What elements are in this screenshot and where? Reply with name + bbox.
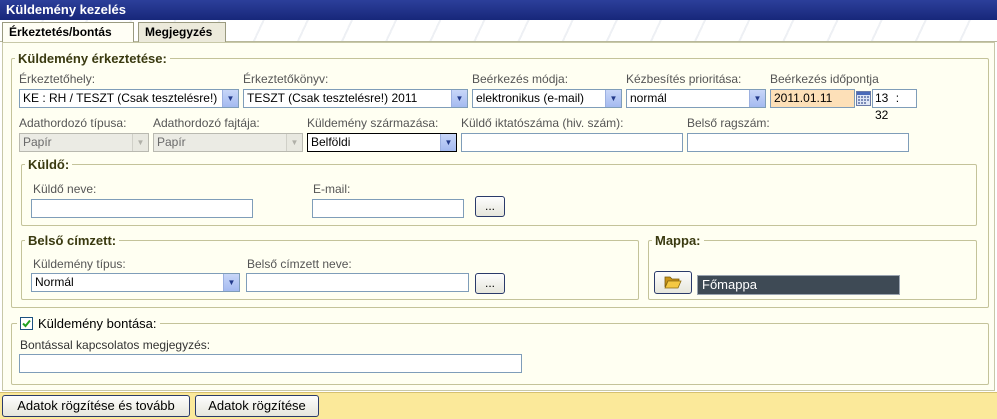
chevron-down-icon: ▼	[222, 90, 238, 107]
folder-legend: Mappa:	[652, 233, 704, 248]
recipient-lookup-button[interactable]: ...	[475, 273, 505, 294]
book-select[interactable]: TESZT (Csak tesztelésre!) 2011 ▼	[243, 89, 468, 108]
folder-field: Főmappa	[697, 275, 900, 295]
internal-no-input[interactable]	[687, 133, 909, 152]
minute-value: 32	[875, 108, 889, 122]
chevron-down-icon: ▼	[605, 90, 621, 107]
time-label: Beérkezés időpontja	[770, 72, 879, 86]
sender-email-label: E-mail:	[313, 182, 351, 196]
opening-checkbox[interactable]	[20, 317, 33, 330]
method-label: Beérkezés módja:	[472, 72, 569, 86]
origin-select[interactable]: Belföldi ▼	[307, 133, 457, 152]
chevron-down-icon: ▼	[286, 134, 302, 151]
time-input[interactable]: 13 : 32	[872, 89, 917, 122]
sender-ref-label: Küldő iktatószáma (hiv. szám):	[461, 116, 624, 130]
checkmark-icon	[22, 319, 31, 328]
book-label: Érkeztetőkönyv:	[243, 72, 329, 86]
sender-ref-input[interactable]	[461, 133, 683, 152]
media-kind-label: Adathordozó fajtája:	[153, 116, 260, 130]
recipient-name-input[interactable]	[246, 273, 469, 292]
recipient-type-value: Normál	[35, 275, 74, 289]
folder-open-icon	[664, 276, 682, 289]
internal-no-label: Belső ragszám:	[687, 116, 770, 130]
time-separator: :	[895, 91, 900, 105]
recipient-type-select[interactable]: Normál ▼	[31, 273, 240, 292]
media-type-value: Papír	[23, 135, 52, 149]
save-and-next-button[interactable]: Adatok rögzítése és tovább	[2, 395, 190, 417]
tab-arrival-opening[interactable]: Érkeztetés/bontás	[2, 22, 134, 43]
priority-select[interactable]: normál ▼	[626, 89, 766, 108]
sender-name-label: Küldő neve:	[33, 182, 97, 196]
opening-legend: Küldemény bontása:	[17, 316, 160, 331]
opening-checkbox-label: Küldemény bontása:	[38, 316, 157, 331]
location-select[interactable]: KE : RH / TESZT (Csak tesztelésre!) ▼	[19, 89, 239, 108]
media-type-select: Papír ▼	[19, 133, 149, 152]
sender-email-input[interactable]	[312, 199, 464, 218]
chevron-down-icon: ▼	[440, 134, 456, 151]
recipient-legend: Belső címzett:	[25, 233, 120, 248]
origin-label: Küldemény származása:	[307, 116, 439, 130]
origin-value: Belföldi	[311, 135, 351, 149]
chevron-down-icon: ▼	[749, 90, 765, 107]
window-title: Küldemény kezelés	[0, 0, 997, 20]
media-type-label: Adathordozó típusa:	[19, 116, 127, 130]
tab-note[interactable]: Megjegyzés	[138, 22, 226, 42]
folder-browse-button[interactable]	[654, 271, 692, 294]
sender-lookup-button[interactable]: ...	[475, 196, 505, 217]
chevron-down-icon: ▼	[223, 274, 239, 291]
opening-note-input[interactable]	[19, 354, 522, 373]
method-select[interactable]: elektronikus (e-mail) ▼	[472, 89, 622, 108]
save-button[interactable]: Adatok rögzítése	[195, 395, 319, 417]
priority-value: normál	[630, 91, 667, 105]
chevron-down-icon: ▼	[451, 90, 467, 107]
chevron-down-icon: ▼	[132, 134, 148, 151]
sender-legend: Küldő:	[25, 157, 73, 172]
recipient-type-label: Küldemény típus:	[33, 257, 126, 271]
date-input[interactable]: 2011.01.11	[770, 89, 855, 108]
hour-value: 13	[875, 91, 889, 105]
location-label: Érkeztetőhely:	[19, 72, 96, 86]
media-kind-select: Papír ▼	[153, 133, 303, 152]
location-value: KE : RH / TESZT (Csak tesztelésre!)	[23, 91, 218, 105]
calendar-icon[interactable]	[856, 91, 871, 106]
recipient-name-label: Belső címzett neve:	[247, 257, 352, 271]
priority-label: Kézbesítés prioritása:	[626, 72, 742, 86]
opening-note-label: Bontással kapcsolatos megjegyzés:	[20, 338, 211, 352]
book-value: TESZT (Csak tesztelésre!) 2011	[247, 91, 418, 105]
arrival-legend: Küldemény érkeztetése:	[15, 51, 170, 66]
sender-name-input[interactable]	[31, 199, 253, 218]
main-panel: Küldemény érkeztetése: Érkeztetőhely: Ér…	[2, 42, 995, 391]
method-value: elektronikus (e-mail)	[476, 91, 585, 105]
media-kind-value: Papír	[157, 135, 186, 149]
